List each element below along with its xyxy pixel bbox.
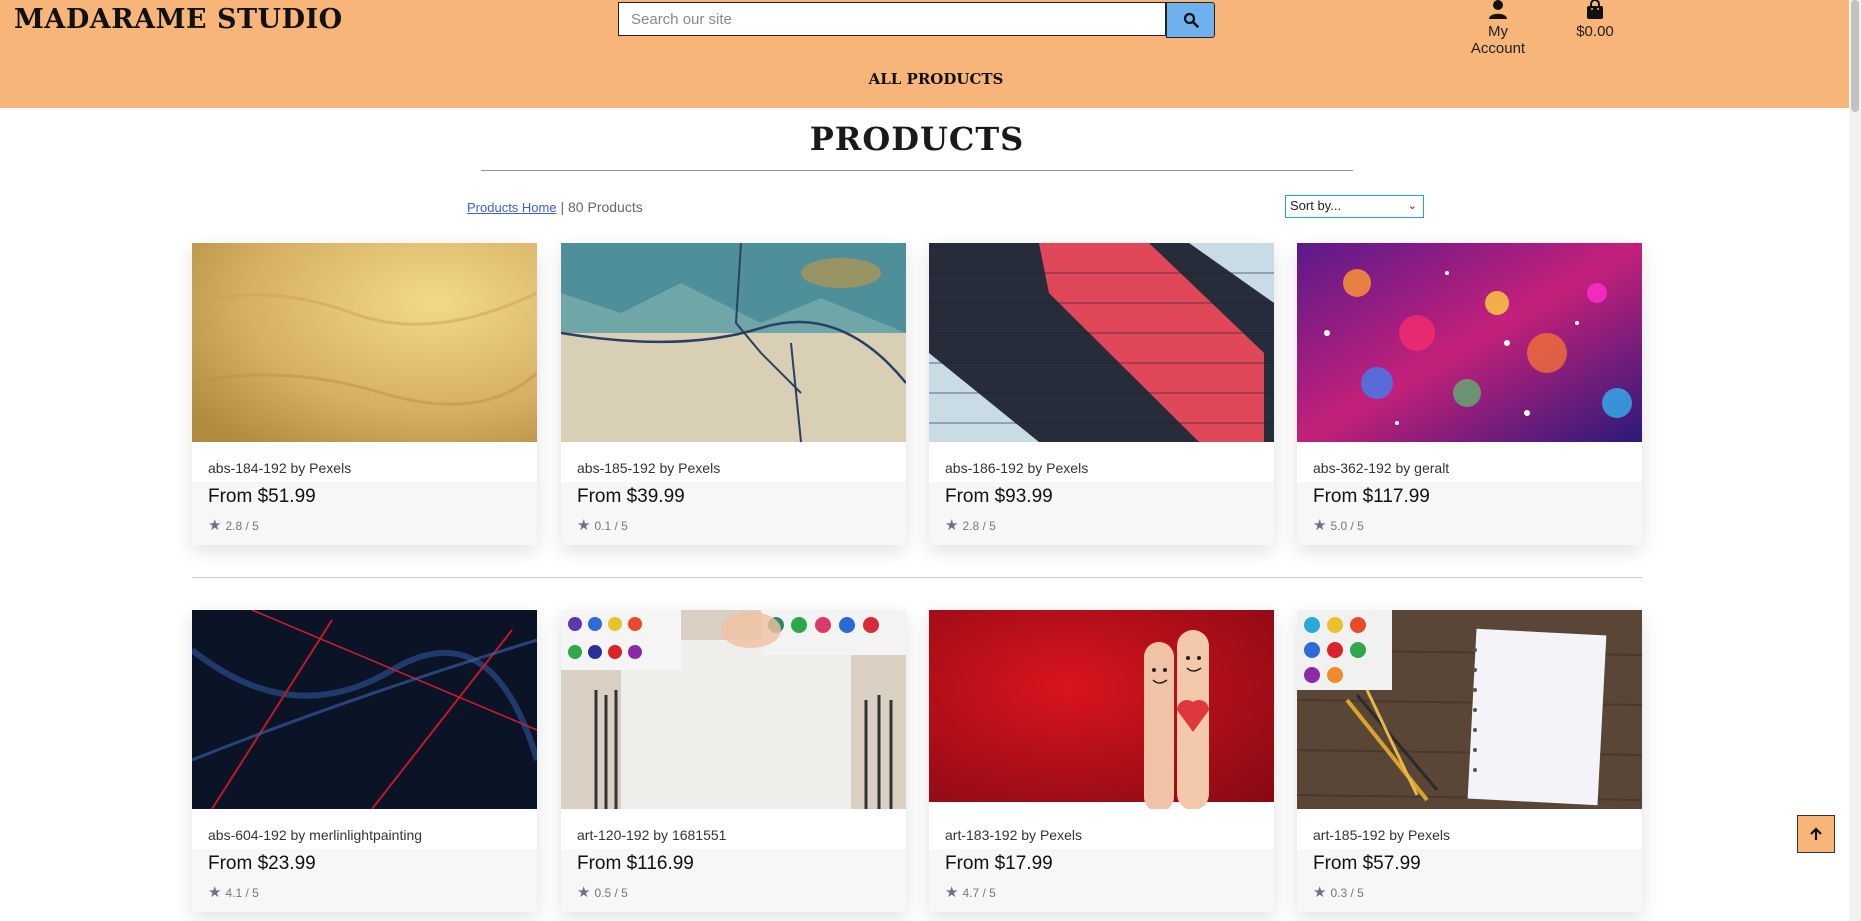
product-rating: ★ 4.1 / 5 — [208, 885, 259, 900]
rating-value: 5.0 / 5 — [1330, 518, 1364, 533]
product-rating: ★ 0.1 / 5 — [577, 518, 628, 533]
product-image[interactable] — [192, 243, 537, 442]
rating-value: 4.1 / 5 — [225, 885, 259, 900]
product-card[interactable]: abs-186-192 by Pexels From $93.99 ★ 2.8 … — [929, 243, 1274, 545]
product-title[interactable]: abs-186-192 by Pexels — [945, 460, 1088, 476]
product-title[interactable]: art-185-192 by Pexels — [1313, 827, 1450, 843]
sort-select[interactable]: Sort by... ⌄ — [1285, 195, 1424, 218]
product-info: abs-362-192 by geralt From $117.99 ★ 5.0… — [1297, 442, 1642, 545]
product-count: 80 Products — [568, 199, 643, 215]
product-image[interactable] — [561, 610, 906, 809]
rating-value: 0.1 / 5 — [594, 518, 628, 533]
star-icon: ★ — [1313, 517, 1327, 534]
nav-all-products[interactable]: ALL PRODUCTS — [0, 70, 1861, 88]
product-card[interactable]: art-183-192 by Pexels From $17.99 ★ 4.7 … — [929, 610, 1274, 912]
search-icon — [1183, 12, 1199, 28]
products-home-link[interactable]: Products Home — [467, 200, 557, 215]
product-title[interactable]: abs-184-192 by Pexels — [208, 460, 351, 476]
breadcrumb: Products Home | 80 Products — [467, 199, 643, 215]
product-price: From $17.99 — [945, 853, 1053, 874]
rating-value: 2.8 / 5 — [962, 518, 996, 533]
product-title[interactable]: art-183-192 by Pexels — [945, 827, 1082, 843]
product-title[interactable]: art-120-192 by 1681551 — [577, 827, 726, 843]
rating-value: 0.5 / 5 — [594, 885, 628, 900]
product-info: abs-184-192 by Pexels From $51.99 ★ 2.8 … — [192, 442, 537, 545]
row-divider — [192, 577, 1642, 578]
product-rating: ★ 0.5 / 5 — [577, 885, 628, 900]
product-price: From $57.99 — [1313, 853, 1421, 874]
product-price: From $116.99 — [577, 853, 694, 874]
product-card[interactable]: abs-185-192 by Pexels From $39.99 ★ 0.1 … — [561, 243, 906, 545]
product-title[interactable]: abs-362-192 by geralt — [1313, 460, 1449, 476]
product-card[interactable]: art-185-192 by Pexels From $57.99 ★ 0.3 … — [1297, 610, 1642, 912]
search-button[interactable] — [1166, 2, 1215, 38]
product-info: art-185-192 by Pexels From $57.99 ★ 0.3 … — [1297, 809, 1642, 912]
product-price: From $93.99 — [945, 486, 1053, 507]
product-info: abs-604-192 by merlinlightpainting From … — [192, 809, 537, 912]
product-image[interactable] — [192, 610, 537, 809]
product-card[interactable]: abs-604-192 by merlinlightpainting From … — [192, 610, 537, 912]
rating-value: 4.7 / 5 — [962, 885, 996, 900]
product-rating: ★ 2.8 / 5 — [945, 518, 996, 533]
product-card[interactable]: abs-362-192 by geralt From $117.99 ★ 5.0… — [1297, 243, 1642, 545]
product-image[interactable] — [929, 610, 1274, 809]
cart-total: $0.00 — [1576, 23, 1614, 40]
product-price: From $51.99 — [208, 486, 316, 507]
star-icon: ★ — [208, 884, 222, 901]
product-card[interactable]: abs-184-192 by Pexels From $51.99 ★ 2.8 … — [192, 243, 537, 545]
my-account-link[interactable]: My Account — [1460, 0, 1536, 57]
page-scrollbar[interactable] — [1849, 0, 1861, 921]
star-icon: ★ — [1313, 884, 1327, 901]
product-info: art-183-192 by Pexels From $17.99 ★ 4.7 … — [929, 809, 1274, 912]
rating-value: 0.3 / 5 — [1330, 885, 1364, 900]
star-icon: ★ — [945, 884, 959, 901]
product-card[interactable]: art-120-192 by 1681551 From $116.99 ★ 0.… — [561, 610, 906, 912]
breadcrumb-separator: | — [556, 199, 569, 215]
product-info: abs-186-192 by Pexels From $93.99 ★ 2.8 … — [929, 442, 1274, 545]
product-image[interactable] — [1297, 610, 1642, 809]
back-to-top-button[interactable] — [1797, 815, 1835, 853]
product-info: abs-185-192 by Pexels From $39.99 ★ 0.1 … — [561, 442, 906, 545]
star-icon: ★ — [208, 517, 222, 534]
star-icon: ★ — [577, 884, 591, 901]
rating-value: 2.8 / 5 — [225, 518, 259, 533]
product-rating: ★ 0.3 / 5 — [1313, 885, 1364, 900]
product-image[interactable] — [929, 243, 1274, 442]
product-image[interactable] — [561, 243, 906, 442]
product-price: From $23.99 — [208, 853, 316, 874]
product-price: From $117.99 — [1313, 486, 1430, 507]
sort-selected-value: Sort by... — [1290, 198, 1342, 213]
site-logo[interactable]: MADARAME STUDIO — [14, 4, 343, 35]
shopping-bag-icon — [1587, 0, 1603, 19]
product-price: From $39.99 — [577, 486, 685, 507]
product-title[interactable]: abs-604-192 by merlinlightpainting — [208, 827, 422, 843]
my-account-label: My Account — [1470, 23, 1526, 57]
cart-link[interactable]: $0.00 — [1570, 0, 1620, 40]
product-rating: ★ 5.0 / 5 — [1313, 518, 1364, 533]
product-rating: ★ 2.8 / 5 — [208, 518, 259, 533]
search-input[interactable] — [618, 2, 1166, 36]
product-info: art-120-192 by 1681551 From $116.99 ★ 0.… — [561, 809, 906, 912]
chevron-down-icon: ⌄ — [1407, 200, 1417, 212]
star-icon: ★ — [577, 517, 591, 534]
site-header: MADARAME STUDIO My Account $0.00 ALL PRO… — [0, 0, 1861, 108]
user-icon — [1489, 0, 1507, 19]
product-title[interactable]: abs-185-192 by Pexels — [577, 460, 720, 476]
product-image[interactable] — [1297, 243, 1642, 442]
page-title: PRODUCTS — [809, 120, 1025, 158]
scrollbar-thumb[interactable] — [1851, 0, 1859, 112]
arrow-up-icon — [1810, 827, 1822, 840]
product-rating: ★ 4.7 / 5 — [945, 885, 996, 900]
title-divider — [481, 170, 1353, 171]
star-icon: ★ — [945, 517, 959, 534]
